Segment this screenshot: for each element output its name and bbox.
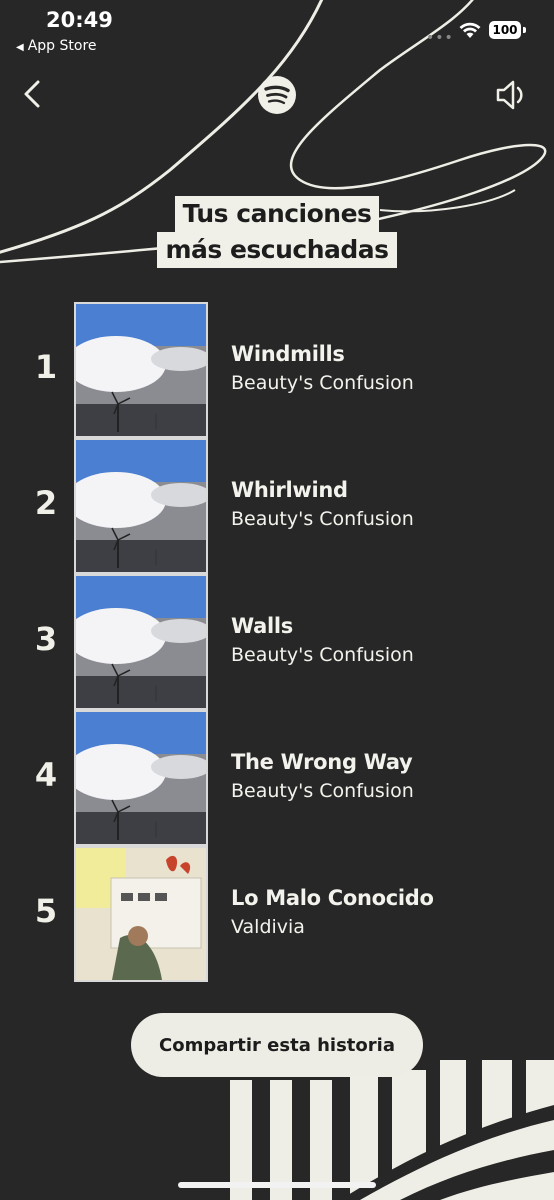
signal-dots-icon: ••• xyxy=(426,30,454,46)
artist-name: Beauty's Confusion xyxy=(231,780,414,802)
track-rank: 1 xyxy=(34,348,58,386)
song-title: Walls xyxy=(231,614,293,638)
story-screen: 20:49 ◀ App Store ••• 100 Tus canciones m… xyxy=(0,0,554,1200)
chevron-left-icon[interactable] xyxy=(16,76,50,112)
track-row[interactable]: 1 Windmills Beauty's Confusion xyxy=(0,302,554,438)
back-app-label: App Store xyxy=(27,38,97,54)
speaker-icon[interactable] xyxy=(493,78,527,112)
share-story-button[interactable]: Compartir esta historia xyxy=(131,1013,423,1077)
artist-name: Beauty's Confusion xyxy=(231,372,414,394)
track-rank: 4 xyxy=(34,756,58,794)
status-bar: 20:49 ◀ App Store ••• 100 xyxy=(0,0,554,60)
title-line-2: más escuchadas xyxy=(157,232,397,268)
wifi-icon xyxy=(459,22,481,38)
track-rank: 3 xyxy=(34,620,58,658)
title-line-1: Tus canciones xyxy=(174,196,380,232)
story-nav xyxy=(0,70,554,120)
home-indicator[interactable] xyxy=(178,1182,376,1188)
track-row[interactable]: 5 Lo Malo Conocido Valdivia xyxy=(0,846,554,982)
album-cover xyxy=(74,574,208,710)
track-rank: 2 xyxy=(34,484,58,522)
battery-nub-icon xyxy=(523,27,526,33)
back-triangle-icon: ◀ xyxy=(16,42,24,53)
track-row[interactable]: 3 Walls Beauty's Confusion xyxy=(0,574,554,710)
battery-level: 100 xyxy=(489,21,521,39)
status-time: 20:49 xyxy=(46,8,113,32)
song-title: The Wrong Way xyxy=(231,750,413,774)
song-title: Lo Malo Conocido xyxy=(231,886,434,910)
track-row[interactable]: 4 The Wrong Way Beauty's Confusion xyxy=(0,710,554,846)
artist-name: Beauty's Confusion xyxy=(231,508,414,530)
artist-name: Beauty's Confusion xyxy=(231,644,414,666)
album-cover xyxy=(74,710,208,846)
track-rank: 5 xyxy=(34,892,58,930)
back-to-app-link[interactable]: ◀ App Store xyxy=(16,38,97,54)
spotify-logo-icon xyxy=(258,76,296,114)
story-title: Tus canciones más escuchadas xyxy=(126,196,428,268)
album-cover xyxy=(74,438,208,574)
track-row[interactable]: 2 Whirlwind Beauty's Confusion xyxy=(0,438,554,574)
song-title: Windmills xyxy=(231,342,345,366)
album-cover xyxy=(74,302,208,438)
song-title: Whirlwind xyxy=(231,478,348,502)
artist-name: Valdivia xyxy=(231,916,305,938)
album-cover xyxy=(74,846,208,982)
